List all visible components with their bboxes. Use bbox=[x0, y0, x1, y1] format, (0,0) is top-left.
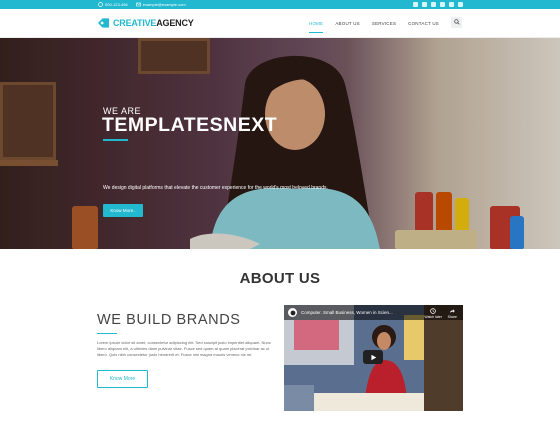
youtube-icon[interactable] bbox=[449, 2, 454, 7]
search-icon bbox=[453, 19, 460, 25]
phone-number: 000-123-456 bbox=[105, 2, 128, 7]
hero-title-underline bbox=[103, 139, 128, 141]
hero-know-more-button[interactable]: Know More.. bbox=[103, 204, 143, 217]
about-know-more-button[interactable]: Know More bbox=[97, 370, 148, 388]
contact-info: 000-123-456 example@example.com bbox=[98, 2, 186, 7]
share-button[interactable]: Share bbox=[448, 308, 457, 319]
video-title-bar: Computer. Small Business, Women in Scien… bbox=[284, 305, 463, 320]
hero-overlay bbox=[0, 38, 560, 249]
site-header: CREATIVEAGENCY HOME ABOUT US SERVICES CO… bbox=[0, 9, 560, 38]
channel-avatar[interactable] bbox=[288, 308, 297, 317]
video-embed[interactable]: Computer. Small Business, Women in Scien… bbox=[284, 305, 463, 411]
main-nav: HOME ABOUT US SERVICES CONTACT US bbox=[309, 16, 462, 33]
logo-tag-icon bbox=[97, 18, 110, 28]
twitter-icon[interactable] bbox=[413, 2, 418, 7]
linkedin-icon[interactable] bbox=[440, 2, 445, 7]
logo-text: CREATIVEAGENCY bbox=[113, 18, 194, 28]
email-item[interactable]: example@example.com bbox=[135, 2, 186, 7]
nav-services[interactable]: SERVICES bbox=[372, 19, 396, 28]
share-icon bbox=[450, 309, 456, 313]
facebook-icon[interactable] bbox=[422, 2, 427, 7]
clock-icon bbox=[430, 308, 436, 314]
nav-about-us[interactable]: ABOUT US bbox=[335, 19, 360, 28]
hero-title: TEMPLATESNEXT bbox=[102, 114, 278, 136]
instagram-icon[interactable] bbox=[458, 2, 463, 7]
share-label: Share bbox=[447, 315, 457, 319]
email-address: example@example.com bbox=[142, 2, 186, 7]
nav-home[interactable]: HOME bbox=[309, 19, 324, 33]
google-plus-icon[interactable] bbox=[431, 2, 436, 7]
video-title[interactable]: Computer. Small Business, Women in Scien… bbox=[301, 310, 393, 315]
about-body-text: Lorem ipsum dolor sit amet, consectetur … bbox=[97, 340, 271, 357]
channel-logo-icon bbox=[290, 310, 295, 315]
phone-item[interactable]: 000-123-456 bbox=[98, 2, 128, 7]
top-contact-bar: 000-123-456 example@example.com bbox=[0, 0, 560, 9]
phone-icon bbox=[98, 2, 103, 7]
site-logo[interactable]: CREATIVEAGENCY bbox=[97, 17, 194, 29]
play-icon bbox=[370, 354, 376, 360]
about-heading: WE BUILD BRANDS bbox=[97, 312, 241, 328]
logo-text-agency: AGENCY bbox=[156, 18, 194, 28]
hero-banner: WE ARE TEMPLATESNEXT We design digital p… bbox=[0, 38, 560, 249]
about-heading-underline bbox=[97, 333, 117, 334]
email-icon bbox=[135, 2, 141, 7]
about-section-title: ABOUT US bbox=[239, 270, 321, 287]
watch-later-button[interactable]: Watch later bbox=[424, 308, 442, 319]
nav-contact-us[interactable]: CONTACT US bbox=[408, 19, 439, 28]
play-button[interactable] bbox=[363, 350, 383, 364]
watch-later-label: Watch later bbox=[424, 315, 442, 319]
social-links bbox=[413, 2, 463, 7]
hero-description: We design digital platforms that elevate… bbox=[103, 185, 328, 191]
logo-text-creative: CREATIVE bbox=[113, 18, 157, 28]
search-button[interactable] bbox=[451, 16, 462, 28]
